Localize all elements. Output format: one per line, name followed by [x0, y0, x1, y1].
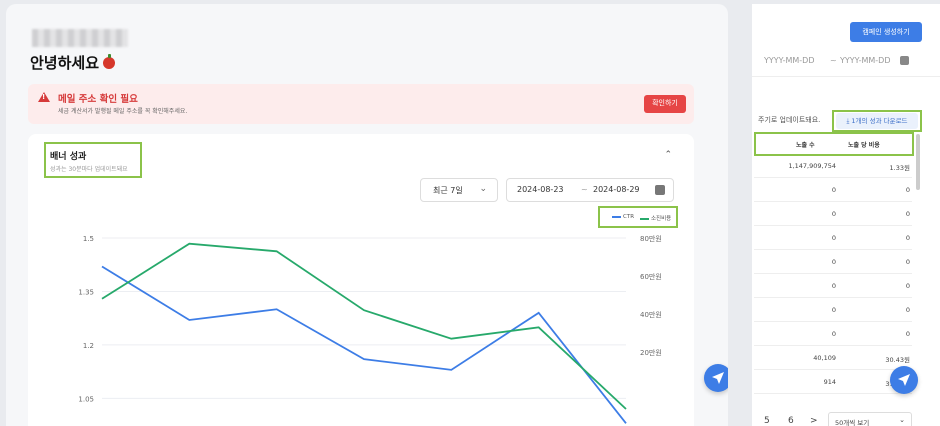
banner-performance-card: 배너 성과 성과는 30분마다 업데이트돼요 ⌃ 최근 7일 ⌄ 2024-08…: [28, 134, 694, 426]
alert-description: 세금 계산서가 발행될 메일 주소를 꼭 확인해주세요.: [58, 108, 188, 115]
email-alert: 메일 주소 확인 필요 세금 계산서가 발행될 메일 주소를 꼭 확인해주세요.…: [28, 84, 694, 124]
impressions-cell: 0: [831, 186, 836, 194]
y-right-tick-label: 80만원: [640, 234, 662, 243]
send-fab-button[interactable]: [704, 364, 728, 392]
cpm-cell: 0: [905, 210, 910, 218]
y-right-tick-label: 60만원: [640, 272, 662, 281]
page-6[interactable]: 6: [788, 416, 794, 426]
warning-icon: [38, 92, 50, 102]
table-row: 00: [754, 178, 912, 202]
impressions-cell: 0: [831, 306, 836, 314]
impressions-cell: 0: [831, 210, 836, 218]
highlight-box-header: [754, 132, 914, 156]
impressions-cell: 0: [831, 258, 836, 266]
page-5[interactable]: 5: [764, 416, 770, 426]
confirm-button[interactable]: 확인하기: [644, 95, 686, 113]
table-row: 00: [754, 274, 912, 298]
paper-plane-icon: [898, 374, 910, 386]
page-title: 안녕하세요: [30, 52, 116, 73]
cpm-cell: 0: [905, 186, 910, 194]
apple-icon: [103, 54, 116, 69]
date-input-start[interactable]: YYYY-MM-DD: [764, 56, 815, 65]
y-left-tick-label: 1.5: [83, 235, 94, 243]
y-right-tick-label: 40만원: [640, 310, 662, 319]
impressions-cell: 0: [831, 282, 836, 290]
scrollbar[interactable]: [916, 134, 920, 190]
chevron-down-icon: ⌄: [899, 416, 905, 424]
main-panel: 안녕하세요 메일 주소 확인 필요 세금 계산서가 발행될 메일 주소를 꼭 확…: [6, 4, 728, 426]
cpm-cell: 0: [905, 306, 910, 314]
cpm-cell: 0: [905, 282, 910, 290]
y-left-tick-label: 1.35: [78, 288, 94, 296]
table-row: 00: [754, 226, 912, 250]
table-row: 00: [754, 250, 912, 274]
cpm-cell: 0: [905, 234, 910, 242]
send-fab-button-right[interactable]: [890, 366, 918, 394]
table-row: 00: [754, 322, 912, 346]
cpm-cell: 0: [905, 330, 910, 338]
cpm-cell: 30.43원: [885, 356, 910, 364]
calendar-icon[interactable]: [900, 56, 909, 65]
y-right-tick-label: 20만원: [640, 348, 662, 357]
table-row: 91431.51원: [754, 370, 912, 394]
impressions-cell: 0: [831, 234, 836, 242]
campaign-panel: 캠페인 생성하기 YYYY-MM-DD ~ YYYY-MM-DD 주기로 업데이…: [752, 4, 940, 426]
date-separator: ~: [830, 56, 837, 65]
download-button[interactable]: ⤓ 1개의 성과 다운로드: [836, 113, 918, 129]
alert-title: 메일 주소 확인 필요: [58, 94, 138, 105]
impressions-cell: 1,147,909,754: [788, 162, 836, 170]
col-header-impressions[interactable]: 노출 수: [796, 140, 815, 149]
series-line-cost: [101, 242, 627, 410]
col-header-cpm[interactable]: 노출 당 비용: [848, 140, 880, 149]
next-page[interactable]: >: [810, 416, 818, 426]
table-row: 1,147,909,754 1.33원: [754, 154, 912, 178]
performance-line-chart: 1.5 1.35 1.2 1.05 80만원 60만원 40만원 20만원: [78, 234, 662, 424]
impressions-cell: 40,109: [813, 354, 836, 362]
y-left-tick-label: 1.2: [83, 342, 94, 350]
cpm-cell: 0: [905, 258, 910, 266]
divider: [752, 76, 940, 77]
table-row: 00: [754, 202, 912, 226]
update-note: 주기로 업데이트돼요.: [758, 116, 821, 124]
impressions-cell: 914: [823, 378, 836, 386]
impressions-cell: 0: [831, 330, 836, 338]
cpm-cell: 1.33원: [889, 164, 910, 172]
create-campaign-button[interactable]: 캠페인 생성하기: [850, 22, 922, 42]
date-input-end[interactable]: YYYY-MM-DD: [840, 56, 891, 65]
paper-plane-icon: [712, 372, 724, 384]
y-left-tick-label: 1.05: [78, 395, 94, 403]
blurred-username: [32, 29, 128, 47]
table-row: 00: [754, 298, 912, 322]
table-row: 40,109 30.43원: [754, 346, 912, 370]
page-size-select[interactable]: 50개씩 보기 ⌄: [828, 412, 912, 426]
